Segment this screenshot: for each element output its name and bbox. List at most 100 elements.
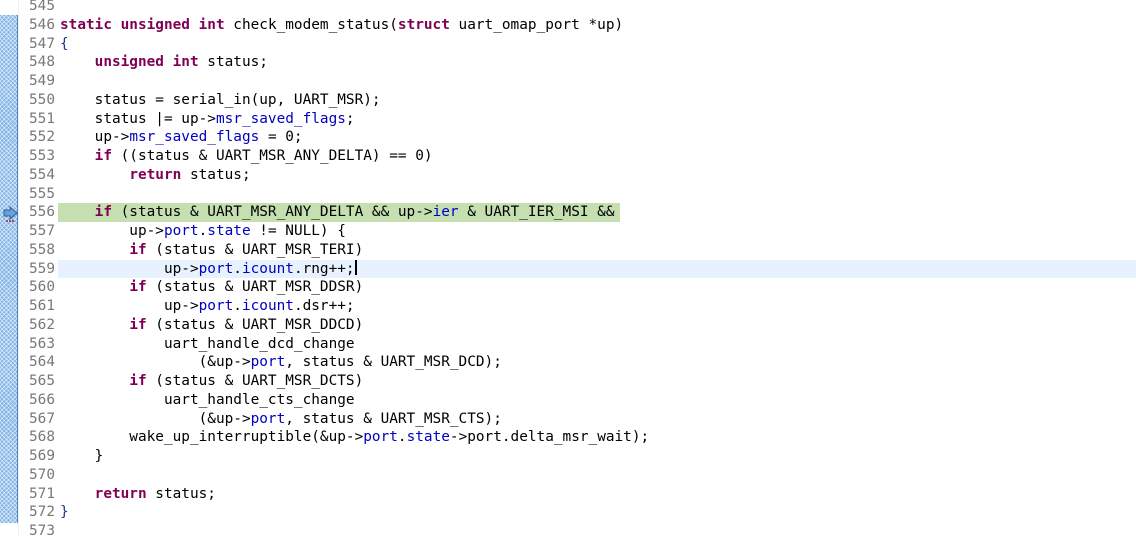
code-token: . — [233, 260, 242, 277]
code-line[interactable]: 556 if (status & UART_MSR_ANY_DELTA && u… — [0, 203, 1136, 222]
line-number[interactable]: 558 — [20, 241, 55, 260]
code-line[interactable]: 549 — [0, 72, 1136, 91]
code-line[interactable]: 554 return status; — [0, 166, 1136, 185]
line-number[interactable]: 554 — [20, 166, 55, 185]
keyword-token: if — [129, 373, 147, 389]
line-number[interactable]: 557 — [20, 222, 55, 241]
line-number[interactable]: 562 — [20, 316, 55, 335]
line-number[interactable]: 563 — [20, 335, 55, 354]
line-number[interactable]: 548 — [20, 53, 55, 72]
keyword-token: struct — [397, 16, 450, 33]
code-line[interactable]: 561 up->port.icount.dsr++; — [0, 297, 1136, 316]
code-line[interactable]: 570 — [0, 466, 1136, 485]
code-text[interactable]: (&up->port, status & UART_MSR_DCD); — [60, 353, 502, 372]
code-line[interactable]: 559 up->port.icount.rng++; — [0, 259, 1136, 279]
line-number[interactable]: 573 — [20, 522, 55, 541]
line-number[interactable]: 556 — [20, 203, 55, 222]
code-text[interactable]: status = serial_in(up, UART_MSR); — [60, 91, 381, 110]
code-text[interactable]: if (status & UART_MSR_TERI) — [60, 241, 363, 260]
code-text[interactable]: uart_handle_cts_change — [60, 391, 355, 410]
code-line[interactable]: 563 uart_handle_dcd_change — [0, 335, 1136, 354]
code-text[interactable]: if (status & UART_MSR_DDCD) — [60, 316, 363, 335]
code-text[interactable]: if (status & UART_MSR_DCTS) — [60, 372, 363, 391]
code-editor[interactable]: 545 546 static unsigned int check_modem_st… — [0, 0, 1136, 541]
code-line[interactable]: 566 uart_handle_cts_change — [0, 391, 1136, 410]
code-text[interactable]: wake_up_interruptible(&up->port.state->p… — [60, 428, 649, 447]
line-number[interactable]: 555 — [20, 185, 55, 204]
keyword-token: static unsigned int — [60, 16, 225, 33]
line-number[interactable]: 564 — [20, 353, 55, 372]
line-number[interactable]: 553 — [20, 147, 55, 166]
field-token: port — [363, 429, 398, 446]
code-line[interactable]: 565 if (status & UART_MSR_DCTS) — [0, 372, 1136, 391]
code-line[interactable]: 567 (&up->port, status & UART_MSR_CTS); — [0, 410, 1136, 429]
code-text[interactable]: } — [60, 447, 104, 466]
code-line[interactable]: 562 if (status & UART_MSR_DDCD) — [0, 316, 1136, 335]
code-text[interactable]: if ((status & UART_MSR_ANY_DELTA) == 0) — [60, 147, 433, 166]
code-text[interactable]: { — [60, 35, 69, 54]
line-number[interactable]: 572 — [20, 503, 55, 522]
line-number[interactable]: 552 — [20, 128, 55, 147]
keyword-token: if — [129, 316, 147, 333]
keyword-token: if — [129, 279, 147, 296]
code-token: ; — [345, 110, 355, 127]
line-number[interactable]: 560 — [20, 278, 55, 297]
code-line[interactable]: 553 if ((status & UART_MSR_ANY_DELTA) ==… — [0, 147, 1136, 166]
code-line[interactable]: 573 — [0, 522, 1136, 541]
line-number[interactable]: 546 — [20, 16, 55, 35]
line-number[interactable]: 550 — [20, 91, 55, 110]
line-number[interactable]: 559 — [20, 260, 55, 279]
code-token: status; — [181, 166, 251, 183]
code-line[interactable]: 572} — [0, 503, 1136, 522]
code-text[interactable]: up->port.icount.dsr++; — [60, 297, 355, 316]
code-line[interactable]: 550 status = serial_in(up, UART_MSR); — [0, 91, 1136, 110]
code-text[interactable]: status |= up->msr_saved_flags; — [60, 110, 355, 129]
line-number[interactable]: 571 — [20, 485, 55, 504]
code-line[interactable]: 548 unsigned int status; — [0, 53, 1136, 72]
code-line[interactable]: 555 — [0, 185, 1136, 204]
code-text[interactable]: if (status & UART_MSR_ANY_DELTA && up->i… — [60, 203, 615, 222]
line-number[interactable]: 547 — [20, 35, 55, 54]
code-text[interactable]: } — [60, 503, 69, 522]
line-number[interactable]: 569 — [20, 447, 55, 466]
code-token: .rng++; — [293, 260, 355, 277]
line-number[interactable]: 561 — [20, 297, 55, 316]
line-number[interactable]: 567 — [20, 410, 55, 429]
code-line[interactable]: 560 if (status & UART_MSR_DDSR) — [0, 278, 1136, 297]
code-line[interactable]: 569 } — [0, 447, 1136, 466]
code-text[interactable]: unsigned int status; — [60, 53, 268, 72]
code-text[interactable]: return status; — [60, 485, 216, 504]
code-line[interactable]: 571 return status; — [0, 485, 1136, 504]
line-number[interactable]: 568 — [20, 428, 55, 447]
code-line[interactable]: 547 { — [0, 35, 1136, 54]
line-number[interactable]: 549 — [20, 72, 55, 91]
code-line[interactable]: 546 static unsigned int check_modem_statu… — [0, 16, 1136, 35]
code-text[interactable]: up->port.icount.rng++; — [60, 260, 357, 279]
code-line[interactable]: 557 up->port.state != NULL) { — [0, 222, 1136, 241]
line-number[interactable]: 570 — [20, 466, 55, 485]
line-number[interactable]: 566 — [20, 391, 55, 410]
code-line[interactable]: 551 status |= up->msr_saved_flags; — [0, 110, 1136, 129]
code-line[interactable]: 564 (&up->port, status & UART_MSR_DCD); — [0, 353, 1136, 372]
field-token: port — [250, 410, 286, 427]
code-token: status; — [198, 54, 268, 71]
code-text[interactable]: uart_handle_dcd_change — [60, 335, 355, 354]
line-number[interactable]: 551 — [20, 110, 55, 129]
code-token: . — [233, 298, 242, 314]
code-token: . — [198, 223, 208, 239]
code-line[interactable]: 552 up->msr_saved_flags = 0; — [0, 128, 1136, 147]
field-token: msr_saved_flags — [129, 129, 260, 146]
code-text[interactable]: if (status & UART_MSR_DDSR) — [60, 278, 363, 297]
code-line[interactable]: 558 if (status & UART_MSR_TERI) — [0, 241, 1136, 260]
code-text[interactable]: up->msr_saved_flags = 0; — [60, 128, 303, 147]
line-number[interactable]: 565 — [20, 372, 55, 391]
line-number[interactable]: 545 — [20, 0, 55, 16]
keyword-token: return — [94, 485, 147, 502]
code-line[interactable]: 568 wake_up_interruptible(&up->port.stat… — [0, 428, 1136, 447]
code-line[interactable]: 545 — [0, 0, 1136, 16]
code-text[interactable]: return status; — [60, 166, 251, 185]
code-text[interactable]: up->port.state != NULL) { — [60, 222, 346, 241]
code-text[interactable]: (&up->port, status & UART_MSR_CTS); — [60, 410, 502, 429]
code-text[interactable]: static unsigned int check_modem_status(s… — [60, 16, 623, 35]
